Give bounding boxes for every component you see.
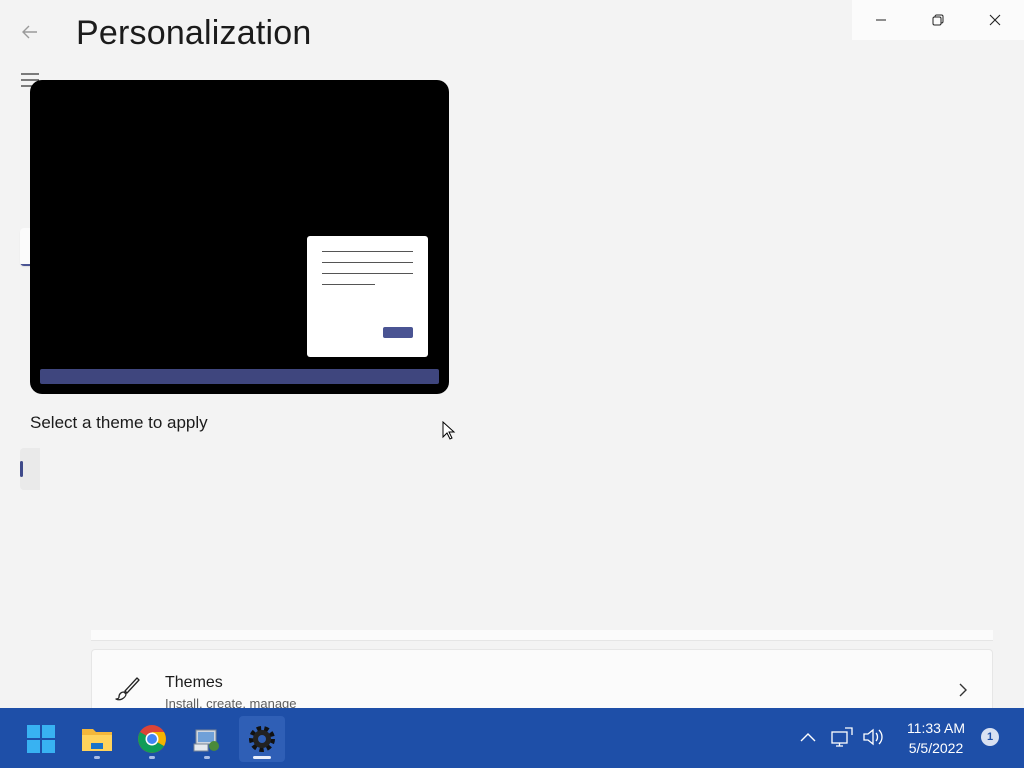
- mouse-cursor-icon: [442, 421, 456, 440]
- preview-line: [322, 273, 413, 274]
- start-button[interactable]: [18, 716, 64, 762]
- clock-time: 11:33 AM: [906, 720, 966, 736]
- chrome-icon: [138, 725, 166, 753]
- chevron-up-icon: [800, 733, 816, 742]
- gear-icon: [249, 726, 275, 752]
- running-indicator: [94, 756, 100, 759]
- preview-taskbar: [40, 369, 439, 384]
- preview-line: [322, 251, 413, 252]
- network-button[interactable]: [831, 726, 853, 748]
- minimize-icon: [875, 19, 886, 21]
- preview-dialog-button: [383, 327, 413, 338]
- sidebar-item-personalization[interactable]: [20, 448, 40, 490]
- volume-button[interactable]: [862, 726, 884, 748]
- select-theme-label: Select a theme to apply: [30, 413, 208, 432]
- back-arrow-icon: [22, 25, 37, 39]
- selected-indicator: [20, 461, 23, 477]
- settings-card-partial: [91, 630, 993, 641]
- page-title: Personalization: [76, 14, 312, 52]
- show-hidden-icons-button[interactable]: [797, 726, 819, 748]
- taskbar-chrome[interactable]: [129, 716, 175, 762]
- running-indicator: [204, 756, 210, 759]
- close-icon: [989, 14, 1000, 26]
- window-controls: [852, 0, 1024, 40]
- theme-preview: [30, 80, 449, 394]
- clock-date: 5/5/2022: [908, 740, 964, 756]
- running-indicator: [149, 756, 155, 759]
- preview-line: [322, 284, 375, 285]
- network-icon: [831, 727, 853, 747]
- restore-button[interactable]: [909, 0, 966, 40]
- preview-line: [322, 262, 413, 263]
- speaker-icon: [863, 728, 883, 746]
- brush-icon: [115, 677, 140, 701]
- windows-start-icon: [27, 725, 55, 753]
- chevron-right-icon: [959, 683, 967, 697]
- taskbar-settings[interactable]: [239, 716, 285, 762]
- close-button[interactable]: [966, 0, 1023, 40]
- taskbar-file-explorer[interactable]: [74, 716, 120, 762]
- control-panel-icon: [193, 729, 219, 752]
- themes-card-title: Themes: [165, 674, 223, 691]
- restore-icon: [932, 14, 943, 26]
- notification-badge[interactable]: 1: [981, 728, 999, 746]
- clock[interactable]: 11:33 AM 5/5/2022: [898, 718, 974, 758]
- folder-icon: [82, 729, 112, 751]
- back-button[interactable]: [18, 20, 42, 44]
- preview-dialog: [307, 236, 428, 357]
- minimize-button[interactable]: [852, 0, 909, 40]
- taskbar-control-panel[interactable]: [184, 716, 230, 762]
- running-indicator: [253, 756, 271, 759]
- taskbar: 11:33 AM 5/5/2022 1: [0, 708, 1024, 768]
